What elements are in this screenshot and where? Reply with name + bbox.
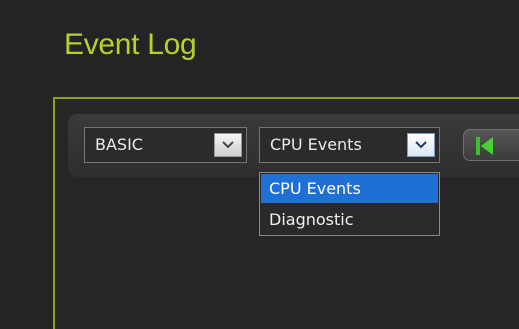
chevron-down-icon[interactable]	[407, 133, 435, 157]
dropdown-option-diagnostic[interactable]: Diagnostic	[261, 205, 438, 234]
first-event-button[interactable]	[463, 129, 519, 161]
page-title: Event Log	[64, 28, 197, 61]
category-select[interactable]: CPU Events	[259, 127, 440, 163]
chevron-down-icon[interactable]	[214, 133, 242, 157]
dropdown-option-cpu-events[interactable]: CPU Events	[261, 174, 438, 203]
category-dropdown: CPU Events Diagnostic	[259, 172, 440, 236]
level-select[interactable]: BASIC	[84, 127, 247, 163]
level-select-value: BASIC	[95, 135, 143, 154]
skip-to-first-icon	[475, 136, 497, 160]
category-select-value: CPU Events	[270, 135, 362, 154]
